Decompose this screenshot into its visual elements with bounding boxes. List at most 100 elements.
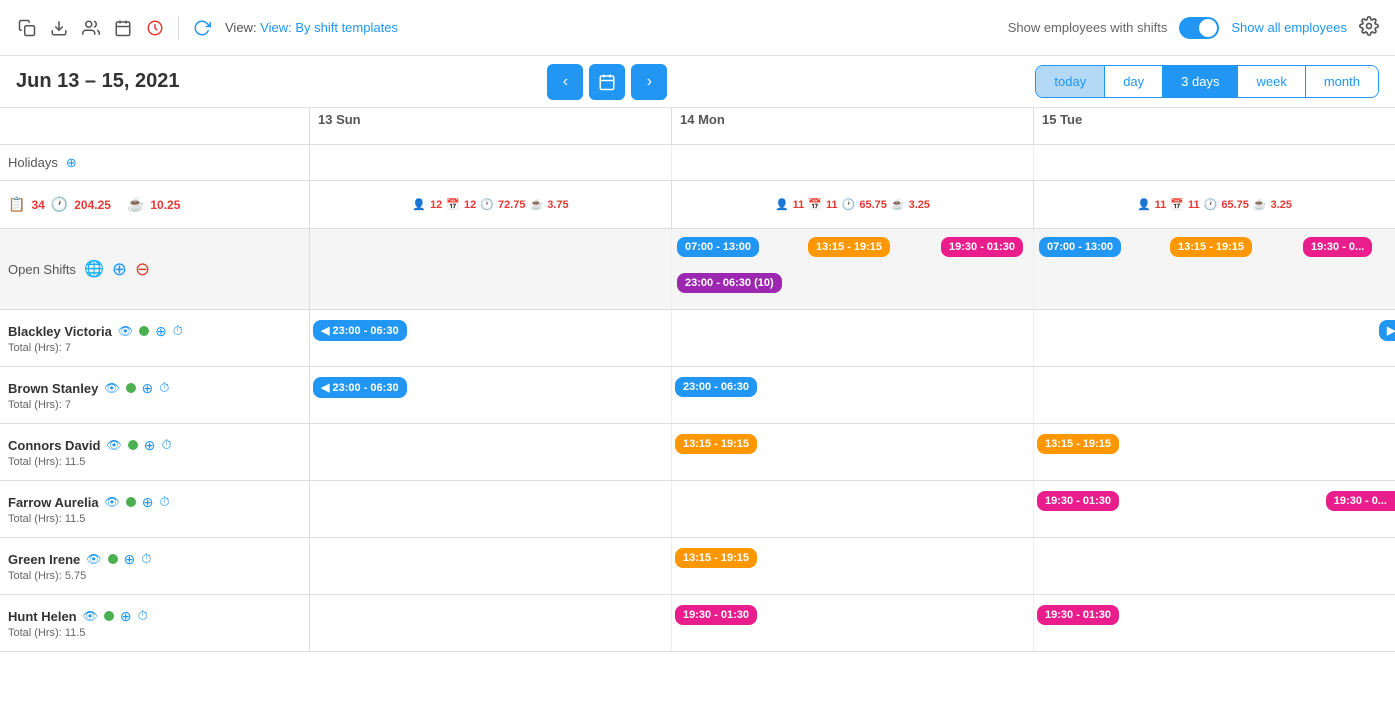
period-today[interactable]: today: [1036, 66, 1105, 97]
emp-add-connors[interactable]: ⊕: [144, 437, 156, 454]
emp-day-1-brown: 23:00 - 06:30: [672, 367, 1034, 423]
prev-button[interactable]: ‹: [547, 64, 583, 100]
emp-add-farrow[interactable]: ⊕: [142, 494, 154, 511]
emp-add-green[interactable]: ⊕: [124, 551, 136, 568]
holidays-globe-icon[interactable]: ⊕: [66, 155, 77, 171]
emp-add-hunt[interactable]: ⊕: [120, 608, 132, 625]
emp-eye-blackley[interactable]: 👁: [118, 324, 133, 338]
shift-chip-extra[interactable]: 23:00 - 06:30 (10): [677, 273, 782, 293]
emp-clock-connors[interactable]: ⏱: [161, 437, 171, 453]
employee-row-farrow: Farrow Aurelia 👁 ⊕ ⏱ Total (Hrs): 11.5 1…: [0, 481, 1395, 538]
shift-chip[interactable]: 13:15 - 19:15: [808, 237, 890, 257]
open-shifts-row: Open Shifts 🌐 ⊕ ⊖ 07:00 - 13:00 13:15 - …: [0, 229, 1395, 310]
holidays-day-2: [1034, 145, 1395, 180]
emp-status-brown: [126, 383, 136, 393]
shift-chip[interactable]: ◀ 23:00 - 06:30: [313, 320, 407, 341]
next-button[interactable]: ›: [631, 64, 667, 100]
emp-day-0-connors: [310, 424, 672, 480]
period-month[interactable]: month: [1306, 66, 1378, 97]
emp-eye-hunt[interactable]: 👁: [83, 609, 98, 623]
shift-chip-extra[interactable]: ▶: [1379, 320, 1395, 341]
clock-icon[interactable]: [144, 17, 166, 39]
emp-clock-hunt[interactable]: ⏱: [138, 608, 148, 624]
toolbar-divider: [178, 16, 179, 40]
emp-add-brown[interactable]: ⊕: [142, 380, 154, 397]
period-day[interactable]: day: [1105, 66, 1163, 97]
emp-name-blackley: Blackley Victoria: [8, 324, 112, 339]
holidays-row: Holidays ⊕: [0, 145, 1395, 181]
emp-total-farrow: Total (Hrs): 11.5: [8, 513, 301, 525]
emp-label-hunt: Hunt Helen 👁 ⊕ ⏱ Total (Hrs): 11.5: [0, 595, 310, 651]
emp-eye-farrow[interactable]: 👁: [105, 495, 120, 509]
shift-chip[interactable]: 19:30 - 01:30: [1037, 491, 1119, 511]
toggle-switch[interactable]: [1179, 17, 1219, 39]
emp-day-2-hunt: 19:30 - 01:30: [1034, 595, 1395, 651]
shift-chip[interactable]: 19:30 - 01:30: [941, 237, 1023, 257]
emp-clock-farrow[interactable]: ⏱: [160, 494, 170, 510]
emp-total-brown: Total (Hrs): 7: [8, 399, 301, 411]
show-all-link[interactable]: Show all employees: [1231, 20, 1347, 35]
shift-chip[interactable]: 23:00 - 06:30: [675, 377, 757, 397]
summary-breaks: 10.25: [150, 198, 180, 212]
emp-add-blackley[interactable]: ⊕: [155, 323, 167, 340]
employee-row-blackley: Blackley Victoria 👁 ⊕ ⏱ Total (Hrs): 7 ◀…: [0, 310, 1395, 367]
download-icon[interactable]: [48, 17, 70, 39]
emp-name-farrow: Farrow Aurelia: [8, 495, 99, 510]
show-employees-label: Show employees with shifts: [1008, 20, 1168, 35]
shift-chip[interactable]: ◀ 23:00 - 06:30: [313, 377, 407, 398]
summary-day-0: 👤12 📅12 🕐72.75 ☕3.75: [310, 181, 672, 228]
open-shifts-label: Open Shifts 🌐 ⊕ ⊖: [0, 229, 310, 309]
grid-header: 13 Sun 14 Mon 15 Tue: [0, 108, 1395, 145]
gear-button[interactable]: [1359, 16, 1379, 39]
emp-day-2-brown: [1034, 367, 1395, 423]
calendar-picker-button[interactable]: [589, 64, 625, 100]
emp-eye-brown[interactable]: 👁: [104, 381, 119, 395]
shift-chip[interactable]: 19:30 - 01:30: [675, 605, 757, 625]
shift-chip[interactable]: 19:30 - 01:30: [1037, 605, 1119, 625]
holidays-label: Holidays ⊕: [0, 145, 310, 180]
shift-chip-far-right[interactable]: 19:30 - 0...: [1326, 491, 1395, 511]
holidays-title: Holidays: [8, 155, 58, 170]
period-3days[interactable]: 3 days: [1163, 66, 1238, 97]
emp-status-blackley: [139, 326, 149, 336]
emp-clock-green[interactable]: ⏱: [141, 551, 151, 567]
shift-chip[interactable]: 19:30 - 0...: [1303, 237, 1372, 257]
summary-hours: 204.25: [74, 198, 111, 212]
open-shifts-add-icon[interactable]: ⊕: [112, 259, 127, 280]
people-icon[interactable]: [80, 17, 102, 39]
calendar-icon[interactable]: [112, 17, 134, 39]
emp-clock-blackley[interactable]: ⏱: [173, 323, 183, 339]
emp-day-1-blackley: [672, 310, 1034, 366]
refresh-icon[interactable]: [191, 17, 213, 39]
open-shifts-day-0: [310, 229, 672, 309]
open-shifts-globe-icon: 🌐: [84, 259, 104, 279]
period-buttons: today day 3 days week month: [1035, 65, 1379, 98]
shift-chip[interactable]: 13:15 - 19:15: [1037, 434, 1119, 454]
emp-eye-connors[interactable]: 👁: [106, 438, 121, 452]
shift-chip[interactable]: 13:15 - 19:15: [675, 548, 757, 568]
shift-chip[interactable]: 07:00 - 13:00: [677, 237, 759, 257]
view-label[interactable]: View: View: By shift templates: [225, 20, 398, 35]
emp-clock-brown[interactable]: ⏱: [159, 380, 169, 396]
period-week[interactable]: week: [1238, 66, 1305, 97]
date-nav: Jun 13 – 15, 2021 ‹ › today day 3 days w…: [0, 56, 1395, 108]
emp-label-brown: Brown Stanley 👁 ⊕ ⏱ Total (Hrs): 7: [0, 367, 310, 423]
emp-days-connors: 13:15 - 19:15 13:15 - 19:15: [310, 424, 1395, 480]
emp-name-green: Green Irene: [8, 552, 80, 567]
summary-label: 📋 34 🕐 204.25 ☕ 10.25: [0, 181, 310, 228]
emp-total-connors: Total (Hrs): 11.5: [8, 456, 301, 468]
toolbar-right: Show employees with shifts Show all empl…: [1008, 16, 1379, 39]
shift-chip[interactable]: 07:00 - 13:00: [1039, 237, 1121, 257]
emp-day-2-blackley: ▶: [1034, 310, 1395, 366]
holidays-days: [310, 145, 1395, 180]
emp-eye-green[interactable]: 👁: [86, 552, 101, 566]
nav-buttons: ‹ ›: [547, 64, 667, 100]
copy-icon[interactable]: [16, 17, 38, 39]
shift-chip[interactable]: 13:15 - 19:15: [1170, 237, 1252, 257]
emp-day-0-blackley: ◀ 23:00 - 06:30: [310, 310, 672, 366]
open-shifts-remove-icon[interactable]: ⊖: [135, 259, 150, 280]
emp-total-blackley: Total (Hrs): 7: [8, 342, 301, 354]
emp-days-green: 13:15 - 19:15: [310, 538, 1395, 594]
emp-day-2-green: [1034, 538, 1395, 594]
shift-chip[interactable]: 13:15 - 19:15: [675, 434, 757, 454]
